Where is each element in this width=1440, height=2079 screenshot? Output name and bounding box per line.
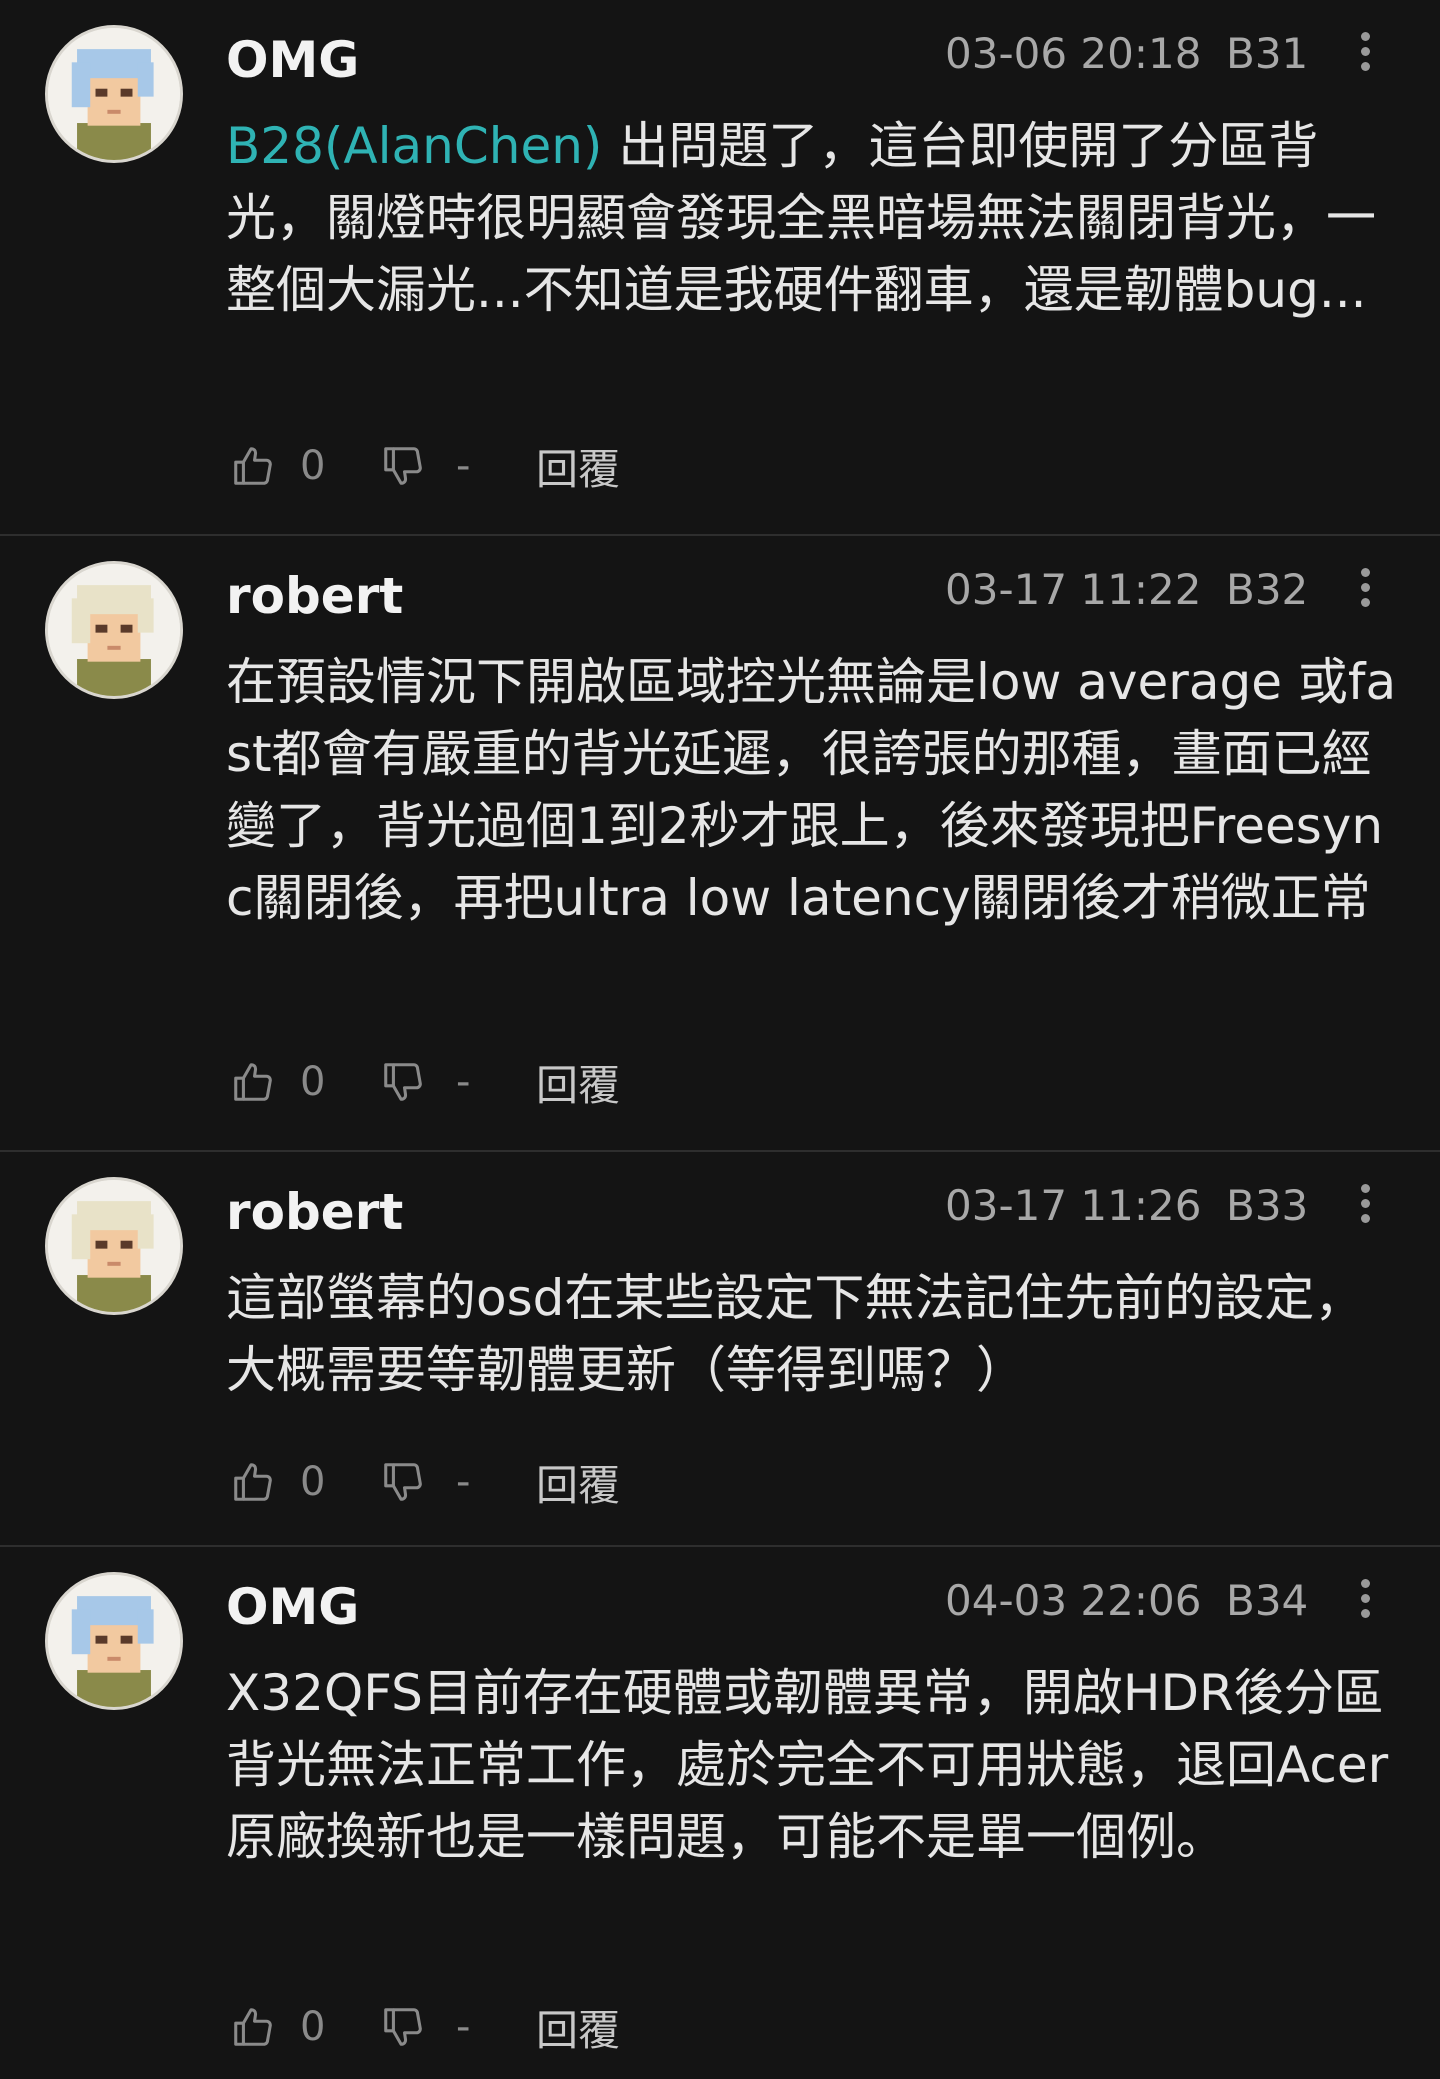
comment-time: 04-03 22:06 bbox=[945, 1576, 1202, 1625]
more-options-icon[interactable] bbox=[1348, 1573, 1382, 1629]
comment-body: 這部螢幕的osd在某些設定下無法記住先前的設定，大概需要等韌體更新（等得到嗎？） bbox=[226, 1262, 1406, 1406]
blonde-hair-avatar-icon bbox=[48, 564, 180, 696]
like-count: 0 bbox=[300, 2004, 326, 2050]
comment-body: 在預設情況下開啟區域控光無論是low average 或fast都會有嚴重的背光… bbox=[226, 646, 1406, 934]
comment-item: OMG 04-03 22:06 B34 X32QFS目前存在硬體或韌體異常，開啟… bbox=[0, 1547, 1440, 2079]
comment-actions: 0 - 回覆 bbox=[230, 1052, 620, 1112]
blue-hair-avatar-icon bbox=[48, 28, 180, 160]
more-options-icon[interactable] bbox=[1348, 26, 1382, 82]
thumbs-up-icon[interactable] bbox=[230, 2004, 276, 2050]
thumbs-down-icon[interactable] bbox=[380, 1059, 426, 1105]
reply-button[interactable]: 回覆 bbox=[536, 436, 620, 497]
reply-button[interactable]: 回覆 bbox=[536, 1997, 620, 2058]
thumbs-down-icon[interactable] bbox=[380, 2004, 426, 2050]
blonde-hair-avatar-icon bbox=[48, 1180, 180, 1312]
mention-link[interactable]: B28(AlanChen) bbox=[226, 117, 602, 175]
comment-actions: 0 - 回覆 bbox=[230, 1452, 620, 1512]
thumbs-up-icon[interactable] bbox=[230, 1459, 276, 1505]
dislike-count: - bbox=[456, 443, 471, 489]
author-name[interactable]: robert bbox=[226, 1182, 403, 1242]
comment-text: 這部螢幕的osd在某些設定下無法記住先前的設定，大概需要等韌體更新（等得到嗎？） bbox=[226, 1269, 1365, 1399]
avatar[interactable] bbox=[45, 1177, 183, 1315]
comment-time: 03-06 20:18 bbox=[945, 29, 1202, 78]
comment-text: 在預設情況下開啟區域控光無論是low average 或fast都會有嚴重的背光… bbox=[226, 653, 1397, 927]
more-options-icon[interactable] bbox=[1348, 1178, 1382, 1234]
comment-body: B28(AlanChen) 出問題了，這台即使開了分區背光，關燈時很明顯會發現全… bbox=[226, 110, 1406, 326]
comment-item: OMG 03-06 20:18 B31 B28(AlanChen) 出問題了，這… bbox=[0, 0, 1440, 536]
comment-actions: 0 - 回覆 bbox=[230, 1997, 620, 2057]
author-name[interactable]: OMG bbox=[226, 30, 359, 90]
more-options-icon[interactable] bbox=[1348, 562, 1382, 618]
comment-time: 03-17 11:22 bbox=[945, 565, 1202, 614]
comment-item: robert 03-17 11:26 B33 這部螢幕的osd在某些設定下無法記… bbox=[0, 1152, 1440, 1547]
blue-hair-avatar-icon bbox=[48, 1575, 180, 1707]
author-name[interactable]: OMG bbox=[226, 1577, 359, 1637]
comment-body: X32QFS目前存在硬體或韌體異常，開啟HDR後分區背光無法正常工作，處於完全不… bbox=[226, 1657, 1406, 1873]
comment-actions: 0 - 回覆 bbox=[230, 436, 620, 496]
reply-button[interactable]: 回覆 bbox=[536, 1452, 620, 1513]
comment-text: X32QFS目前存在硬體或韌體異常，開啟HDR後分區背光無法正常工作，處於完全不… bbox=[226, 1664, 1389, 1866]
floor-number: B33 bbox=[1226, 1181, 1309, 1230]
avatar[interactable] bbox=[45, 25, 183, 163]
floor-number: B31 bbox=[1226, 29, 1309, 78]
dislike-count: - bbox=[456, 1059, 471, 1105]
thumbs-up-icon[interactable] bbox=[230, 443, 276, 489]
comment-time: 03-17 11:26 bbox=[945, 1181, 1202, 1230]
thumbs-up-icon[interactable] bbox=[230, 1059, 276, 1105]
floor-number: B32 bbox=[1226, 565, 1309, 614]
dislike-count: - bbox=[456, 1459, 471, 1505]
avatar[interactable] bbox=[45, 561, 183, 699]
comment-item: robert 03-17 11:22 B32 在預設情況下開啟區域控光無論是lo… bbox=[0, 536, 1440, 1152]
thumbs-down-icon[interactable] bbox=[380, 1459, 426, 1505]
thumbs-down-icon[interactable] bbox=[380, 443, 426, 489]
dislike-count: - bbox=[456, 2004, 471, 2050]
avatar[interactable] bbox=[45, 1572, 183, 1710]
like-count: 0 bbox=[300, 1459, 326, 1505]
author-name[interactable]: robert bbox=[226, 566, 403, 626]
like-count: 0 bbox=[300, 1059, 326, 1105]
floor-number: B34 bbox=[1226, 1576, 1309, 1625]
reply-button[interactable]: 回覆 bbox=[536, 1052, 620, 1113]
like-count: 0 bbox=[300, 443, 326, 489]
